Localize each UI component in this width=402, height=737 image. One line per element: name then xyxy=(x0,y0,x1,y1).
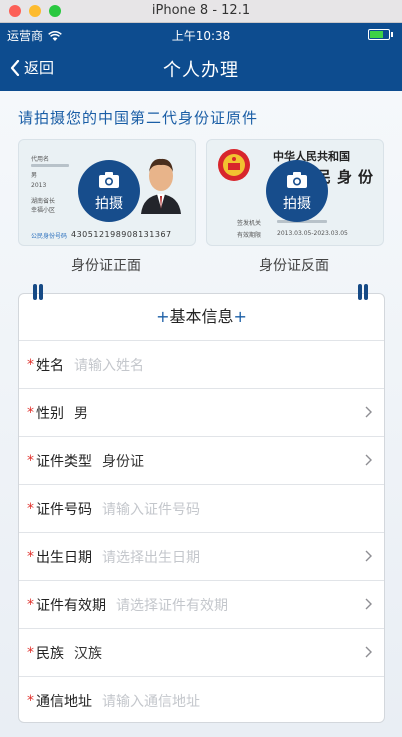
binder-clip-left xyxy=(33,284,45,300)
id-card-back[interactable]: 中华人民共和国 居民身份证 签发机关 有效期限 2013.03.05-2023.… xyxy=(206,139,384,246)
id-type-label: 证件类型 xyxy=(36,453,92,470)
row-gender[interactable]: * 性别 男 xyxy=(19,389,384,437)
row-birth-date[interactable]: * 出生日期 请选择出生日期 xyxy=(19,533,384,581)
row-id-type[interactable]: * 证件类型 身份证 xyxy=(19,437,384,485)
basic-info-panel: +基本信息+ * 姓名 请输入姓名 * 性别 男 * 证件类型 身份证 * 证件… xyxy=(18,284,385,724)
name-label: 姓名 xyxy=(36,357,64,374)
front-id-label: 公民身份号码 xyxy=(31,233,68,240)
camera-icon xyxy=(99,172,119,188)
front-address-1: 湖南省长 xyxy=(31,198,56,205)
required-mark: * xyxy=(27,356,34,373)
chevron-right-icon xyxy=(365,646,372,658)
required-mark: * xyxy=(27,692,34,709)
portrait-icon xyxy=(141,158,181,214)
battery-cap xyxy=(391,32,393,37)
main-content: 请拍摄您的中国第二代身份证原件 代用名 男 2013 湖南省长 幸福小区 公民身… xyxy=(0,91,402,737)
front-line xyxy=(31,164,69,167)
required-mark: * xyxy=(27,548,34,565)
window-title: iPhone 8 - 12.1 xyxy=(151,3,251,18)
id-number-label: 证件号码 xyxy=(36,501,92,518)
gender-value[interactable]: 男 xyxy=(74,403,88,423)
id-validity-label: 证件有效期 xyxy=(36,597,106,614)
navigation-bar: 返回 个人办理 xyxy=(0,45,402,91)
capture-front-button[interactable]: 拍摄 xyxy=(78,160,140,222)
name-input[interactable]: 请输入姓名 xyxy=(74,355,144,375)
back-validity-label: 有效期限 xyxy=(237,232,262,239)
row-id-number[interactable]: * 证件号码 请输入证件号码 xyxy=(19,485,384,533)
back-caption: 身份证反面 xyxy=(259,258,329,274)
ethnicity-label: 民族 xyxy=(36,645,64,662)
upload-instruction: 请拍摄您的中国第二代身份证原件 xyxy=(18,109,259,127)
id-validity-picker[interactable]: 请选择证件有效期 xyxy=(116,595,228,615)
basic-info-title: 基本信息 xyxy=(169,307,234,326)
ethnicity-value[interactable]: 汉族 xyxy=(74,643,102,663)
capture-front-label: 拍摄 xyxy=(95,196,123,212)
gender-label: 性别 xyxy=(36,405,64,422)
basic-info-header: +基本信息+ xyxy=(19,294,384,341)
back-issuer-label: 签发机关 xyxy=(237,220,262,227)
id-card-front[interactable]: 代用名 男 2013 湖南省长 幸福小区 公民身份号码 430512198908… xyxy=(18,139,196,246)
id-number-input[interactable]: 请输入证件号码 xyxy=(102,499,200,519)
row-address[interactable]: * 通信地址 请输入通信地址 xyxy=(19,677,384,724)
header-plus-left: + xyxy=(156,307,170,326)
row-name[interactable]: * 姓名 请输入姓名 xyxy=(19,341,384,389)
required-mark: * xyxy=(27,596,34,613)
camera-icon xyxy=(287,172,307,188)
front-sex: 男 xyxy=(31,172,38,179)
binder-clip-right xyxy=(358,284,370,300)
birth-date-picker[interactable]: 请选择出生日期 xyxy=(102,547,200,567)
national-emblem-icon xyxy=(218,149,250,181)
front-name-label: 代用名 xyxy=(31,156,50,163)
chevron-right-icon xyxy=(365,598,372,610)
chevron-right-icon xyxy=(365,406,372,418)
status-bar: 运营商 上午10:38 xyxy=(0,23,402,45)
birth-date-label: 出生日期 xyxy=(36,549,92,566)
id-type-value[interactable]: 身份证 xyxy=(102,451,144,471)
back-validity-value: 2013.03.05-2023.03.05 xyxy=(277,230,348,237)
header-plus-right: + xyxy=(233,307,247,326)
required-mark: * xyxy=(27,500,34,517)
simulator-title-bar: iPhone 8 - 12.1 xyxy=(0,0,402,23)
front-caption: 身份证正面 xyxy=(71,258,141,274)
required-mark: * xyxy=(27,404,34,421)
address-label: 通信地址 xyxy=(36,693,92,710)
capture-back-button[interactable]: 拍摄 xyxy=(266,160,328,222)
row-ethnicity[interactable]: * 民族 汉族 xyxy=(19,629,384,677)
required-mark: * xyxy=(27,452,34,469)
required-mark: * xyxy=(27,644,34,661)
front-id-number: 430512198908131367 xyxy=(71,230,172,239)
page-title: 个人办理 xyxy=(163,60,239,81)
front-birth: 2013 xyxy=(31,182,47,189)
battery-icon xyxy=(368,29,390,40)
status-time: 上午10:38 xyxy=(171,29,231,43)
chevron-right-icon xyxy=(365,550,372,562)
capture-back-label: 拍摄 xyxy=(283,196,311,212)
row-id-validity[interactable]: * 证件有效期 请选择证件有效期 xyxy=(19,581,384,629)
front-address-2: 幸福小区 xyxy=(31,207,56,214)
chevron-right-icon xyxy=(365,454,372,466)
address-input[interactable]: 请输入通信地址 xyxy=(102,691,200,711)
